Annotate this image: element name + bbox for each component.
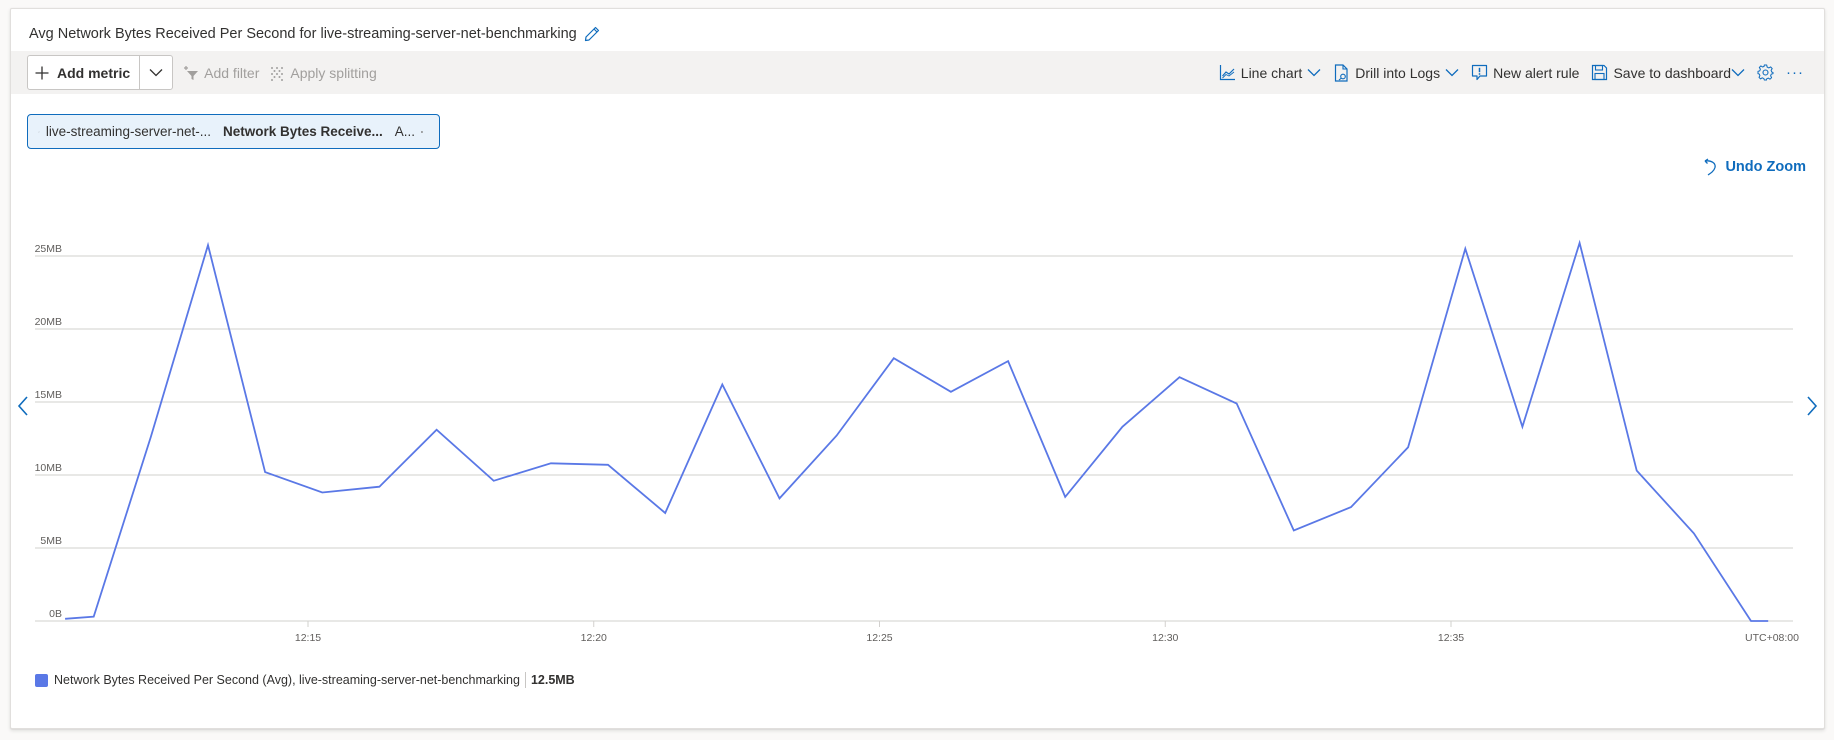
add-filter-button[interactable]: Add filter: [183, 65, 259, 81]
more-options-button[interactable]: ···: [1780, 51, 1810, 94]
new-alert-rule-label: New alert rule: [1493, 64, 1580, 81]
chevron-down-icon: [149, 69, 163, 77]
add-filter-label: Add filter: [204, 64, 260, 81]
metric-pill-metric: Network Bytes Receive...: [222, 124, 383, 139]
undo-zoom-label: Undo Zoom: [1725, 159, 1806, 175]
logs-document-icon: [1335, 63, 1348, 82]
gear-icon: [1757, 64, 1774, 81]
legend-label: Network Bytes Received Per Second (Avg),…: [54, 673, 520, 687]
chart-settings-button[interactable]: [1751, 51, 1780, 94]
save-icon: [1592, 64, 1608, 81]
add-metric-split-button: Add metric: [27, 55, 174, 90]
chevron-down-icon: [1445, 69, 1459, 77]
undo-zoom-button[interactable]: Undo Zoom: [1703, 158, 1806, 176]
chart-toolbar: Add metric Add filter Apply splitting Li…: [11, 51, 1824, 94]
splitting-icon: [271, 66, 284, 81]
drill-into-logs-dropdown[interactable]: Drill into Logs: [1327, 51, 1465, 94]
chart-title-row: Avg Network Bytes Received Per Second fo…: [29, 19, 601, 49]
legend-value: 12.5MB: [530, 673, 575, 687]
chevron-down-icon: [1307, 69, 1321, 77]
save-to-dashboard-label: Save to dashboard: [1613, 64, 1731, 81]
chart-legend[interactable]: Network Bytes Received Per Second (Avg),…: [35, 672, 575, 688]
chevron-left-icon[interactable]: [15, 394, 33, 418]
add-metric-label: Add metric: [57, 64, 131, 81]
add-metric-button[interactable]: Add metric: [28, 56, 139, 89]
chart-title: Avg Network Bytes Received Per Second fo…: [29, 26, 577, 42]
apply-splitting-label: Apply splitting: [290, 64, 377, 81]
add-filter-icon: [184, 65, 199, 80]
legend-divider: [524, 672, 526, 688]
metric-pill-aggregation: A...: [394, 124, 416, 139]
metric-pill-resource: live-streaming-server-net-...: [45, 124, 211, 139]
more-icon: ···: [1786, 64, 1804, 81]
new-alert-rule-button[interactable]: New alert rule: [1465, 51, 1585, 94]
line-chart-dropdown[interactable]: Line chart: [1213, 51, 1327, 94]
line-chart-icon: [1219, 65, 1235, 81]
apply-splitting-button[interactable]: Apply splitting: [269, 64, 377, 81]
chevron-down-icon: [1731, 69, 1745, 77]
add-metric-dropdown[interactable]: [139, 56, 172, 89]
save-to-dashboard-dropdown[interactable]: Save to dashboard: [1585, 51, 1751, 94]
metric-pill[interactable]: live-streaming-server-net-... Network By…: [27, 114, 440, 149]
alert-icon: [1471, 64, 1488, 81]
legend-swatch: [35, 673, 48, 687]
pencil-icon[interactable]: [583, 25, 601, 43]
metric-line-icon: [38, 130, 40, 132]
drill-into-logs-label: Drill into Logs: [1355, 64, 1441, 81]
close-icon[interactable]: [421, 125, 423, 139]
chevron-right-icon[interactable]: [1802, 394, 1820, 418]
line-chart-label: Line chart: [1240, 64, 1303, 81]
plus-icon: [35, 66, 49, 79]
undo-icon: [1704, 158, 1717, 176]
metrics-chart-card: Avg Network Bytes Received Per Second fo…: [10, 8, 1825, 729]
